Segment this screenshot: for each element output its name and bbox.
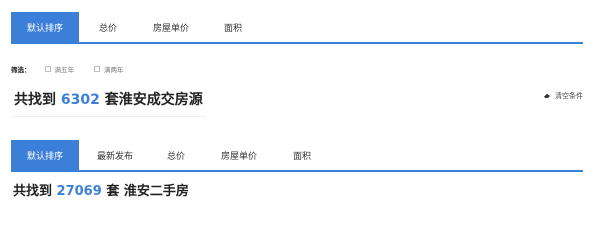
sold-listings-section: 默认排序 总价 房屋单价 面积 筛选： 满五年 满两年 共找到 6302 套淮安…: [11, 12, 583, 120]
filter-option-five-years[interactable]: 满五年: [44, 64, 75, 74]
result-suffix: 套 淮安二手房: [106, 184, 189, 199]
five-years-checkbox[interactable]: [44, 66, 51, 72]
eraser-icon: [544, 93, 550, 99]
tab-area[interactable]: 面积: [277, 140, 327, 170]
tab-unit-price[interactable]: 房屋单价: [137, 12, 205, 42]
filter-option-label: 满两年: [104, 66, 124, 74]
tab-total-price[interactable]: 总价: [151, 140, 201, 170]
sold-result-count: 共找到 6302 套淮安成交房源: [14, 89, 203, 109]
tab-default-sort[interactable]: 默认排序: [11, 140, 79, 170]
result-prefix: 共找到: [14, 92, 56, 108]
result-suffix: 套淮安成交房源: [104, 92, 203, 108]
filter-label: 筛选：: [11, 66, 31, 74]
result-number: 6302: [60, 92, 100, 108]
tab-area[interactable]: 面积: [205, 12, 261, 42]
sort-tab-bar: 默认排序 最新发布 总价 房屋单价 面积: [11, 140, 583, 172]
secondhand-listings-section: 默认排序 最新发布 总价 房屋单价 面积 共找到 27069 套 淮安二手房: [11, 140, 583, 210]
clear-filters-button[interactable]: 清空条件: [543, 91, 583, 101]
filter-row: 筛选： 满五年 满两年: [11, 64, 144, 74]
tab-newest[interactable]: 最新发布: [79, 140, 151, 170]
filter-option-label: 满五年: [54, 66, 75, 74]
filter-option-two-years[interactable]: 满两年: [94, 64, 124, 74]
result-prefix: 共找到: [13, 184, 53, 199]
clear-filters-label: 清空条件: [555, 92, 583, 100]
tab-default-sort[interactable]: 默认排序: [11, 12, 79, 42]
result-divider: [11, 116, 206, 117]
result-number: 27069: [56, 184, 102, 199]
secondhand-result-count: 共找到 27069 套 淮安二手房: [13, 180, 189, 199]
tab-total-price[interactable]: 总价: [79, 12, 137, 42]
tab-unit-price[interactable]: 房屋单价: [201, 140, 277, 170]
two-years-checkbox[interactable]: [94, 66, 100, 72]
sort-tab-bar: 默认排序 总价 房屋单价 面积: [11, 12, 583, 44]
